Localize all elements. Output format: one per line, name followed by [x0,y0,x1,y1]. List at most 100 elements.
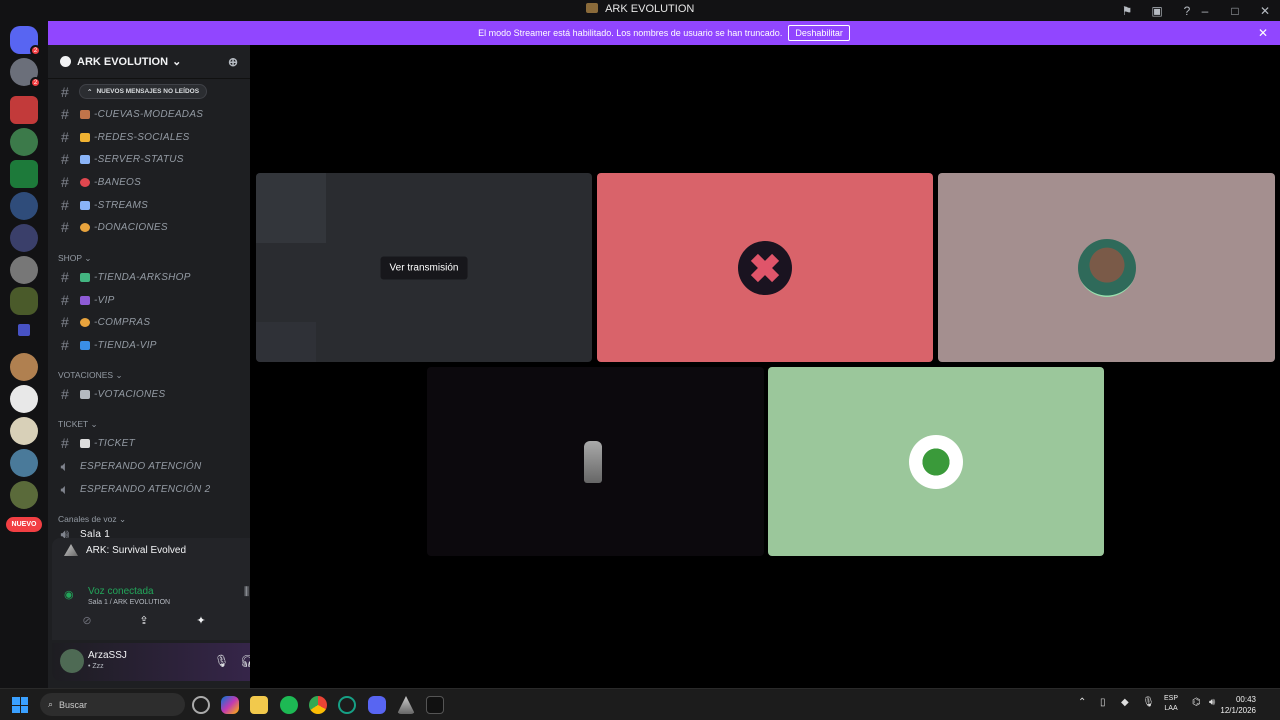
server-list: 2 2 NUEVO [0,21,48,688]
category-votaciones[interactable]: VOTACIONES ⌄ [58,370,123,381]
taskbar-search[interactable]: ⌕ Buscar [40,693,185,716]
chevron-down-icon: ⌄ [115,370,123,380]
participant-avatar [738,240,792,295]
maximize-icon[interactable]: □ [1220,0,1250,21]
copilot-icon[interactable] [221,696,239,714]
network-app-icon[interactable]: ◆ [1121,697,1129,708]
language-indicator[interactable]: ESP LAA [1164,694,1178,714]
server-icon-1[interactable] [10,96,38,124]
disable-streamer-button[interactable]: Deshabilitar [788,25,850,41]
title-actions: ⚑ ▣ ? [1112,0,1202,21]
ark-taskbar-icon[interactable] [397,696,415,714]
category-shop[interactable]: SHOP ⌄ [58,253,91,264]
taskbar-app-icon[interactable] [192,696,210,714]
participant-tile[interactable] [427,367,764,556]
stream-preview-panel [256,322,316,362]
dm-avatar[interactable]: 2 [10,58,41,88]
channel-emoji-icon [80,340,90,350]
participant-tile[interactable] [938,173,1275,362]
hash-icon: # [60,197,70,213]
category-voice[interactable]: Canales de voz ⌄ [58,514,126,525]
tray-chevron-up-icon[interactable]: ⌃ [1078,697,1086,708]
participant-tile[interactable] [768,367,1104,556]
share-screen-icon[interactable]: ⇪ [119,611,169,629]
channel-cuevas-modeadas[interactable]: # -CUEVAS-MODEADAS [56,104,242,124]
close-icon[interactable]: ✕ [1250,0,1280,21]
banner-close-icon[interactable]: ✕ [1258,26,1268,40]
ark-game-icon [64,544,78,556]
inbox-icon[interactable]: ⚑ [1112,0,1142,21]
channel-compras[interactable]: # -COMPRAS [56,312,242,332]
window-icon[interactable]: ▣ [1142,0,1172,21]
voice-location[interactable]: Sala 1 / ARK EVOLUTION [88,599,170,606]
user-avatar[interactable] [60,649,84,673]
taskbar-app-icon[interactable] [338,696,356,714]
channel-label: ESPERANDO ATENCIÓN 2 [80,483,211,495]
invite-people-icon[interactable]: ⊕ [228,55,238,69]
discord-home-icon[interactable]: 2 [10,26,41,56]
channel-label: -SERVER-STATUS [94,153,184,165]
windows-start-icon[interactable] [12,697,28,713]
channel-streams[interactable]: # -STREAMS [56,195,242,215]
channel-emoji-icon [80,109,90,119]
discord-taskbar-icon[interactable] [368,696,386,714]
server-icon-11[interactable] [10,481,38,509]
channel-emoji-icon [80,132,90,142]
server-icon-3[interactable] [10,160,38,188]
new-badge[interactable]: NUEVO [6,517,42,532]
folder-icon[interactable] [18,324,30,336]
server-icon-4[interactable] [10,192,38,220]
username[interactable]: ArzaSSJ [88,650,127,661]
channel-votaciones[interactable]: # -VOTACIONES [56,384,242,404]
participant-tile[interactable] [597,173,933,362]
keyboard-layout: LAA [1164,705,1178,712]
unread-messages-pill[interactable]: ⌃ NUEVOS MENSAJES NO LEÍDOS [79,84,208,99]
channel-server-status[interactable]: # -SERVER-STATUS [56,149,242,169]
voice-status[interactable]: Voz conectada [88,586,154,597]
file-explorer-icon[interactable] [250,696,268,714]
server-icon-10[interactable] [10,449,38,477]
channel-label: -COMPRAS [94,316,151,328]
wifi-icon[interactable]: ⌬ [1192,697,1201,708]
channel-tienda-vip[interactable]: # -TIENDA-VIP [56,335,242,355]
speaker-icon: 🔈︎ [60,457,70,474]
spotify-icon[interactable] [280,696,298,714]
category-ticket[interactable]: TICKET ⌄ [58,419,98,430]
volume-icon[interactable]: 🔊︎ [1209,697,1215,708]
taskbar-app-icon[interactable] [426,696,444,714]
stream-tile[interactable]: Ver transmisión [256,173,592,362]
hash-icon: # [60,337,70,353]
server-icon-2[interactable] [10,128,38,156]
channel-baneos[interactable]: # -BANEOS [56,172,242,192]
channel-ticket[interactable]: # -TICKET [56,433,242,453]
chrome-icon[interactable] [309,696,327,714]
voice-channel-esperando-1[interactable]: 🔈︎ ESPERANDO ATENCIÓN [56,456,242,476]
watch-stream-button[interactable]: Ver transmisión [380,256,468,279]
noise-suppression-icon[interactable]: ⫼ [244,586,249,599]
windows-taskbar: ⌕ Buscar ⌃ ▯ ◆ 🎙︎ ESP LAA ⌬ 🔊︎ 00:43 12/… [0,688,1280,720]
voice-channel-esperando-2[interactable]: 🔈︎ ESPERANDO ATENCIÓN 2 [56,479,242,499]
microphone-icon[interactable]: 🎙︎ [214,654,229,668]
channel-donaciones[interactable]: # -DONACIONES [56,217,242,237]
channel-redes-sociales[interactable]: # -REDES-SOCIALES [56,127,242,147]
taskbar-clock[interactable]: 00:43 12/1/2026 [1220,694,1256,716]
search-icon: ⌕ [48,699,54,709]
channel-vip[interactable]: # -VIP [56,290,242,310]
server-icon-7[interactable] [10,353,38,381]
hash-icon: # [60,106,70,122]
battery-icon[interactable]: ▯ [1100,697,1106,708]
server-header[interactable]: ARK EVOLUTION ⌄ ⊕ [48,45,250,79]
minimize-icon[interactable]: – [1190,0,1220,21]
mic-tray-icon[interactable]: 🎙︎ [1142,697,1155,708]
voice-stage: Ver transmisión [250,45,1280,688]
server-icon-6[interactable] [10,256,38,284]
camera-off-icon[interactable]: ⊘ [62,611,112,629]
activities-icon[interactable]: ✦ [176,611,226,629]
server-icon-5[interactable] [10,224,38,252]
channel-tienda-arkshop[interactable]: # -TIENDA-ARKSHOP [56,267,242,287]
clock-date: 12/1/2026 [1220,706,1256,715]
server-icon-8[interactable] [10,385,38,413]
server-icon-ark-evolution[interactable] [10,287,38,315]
server-icon-9[interactable] [10,417,38,445]
channel-emoji-icon [80,389,90,399]
